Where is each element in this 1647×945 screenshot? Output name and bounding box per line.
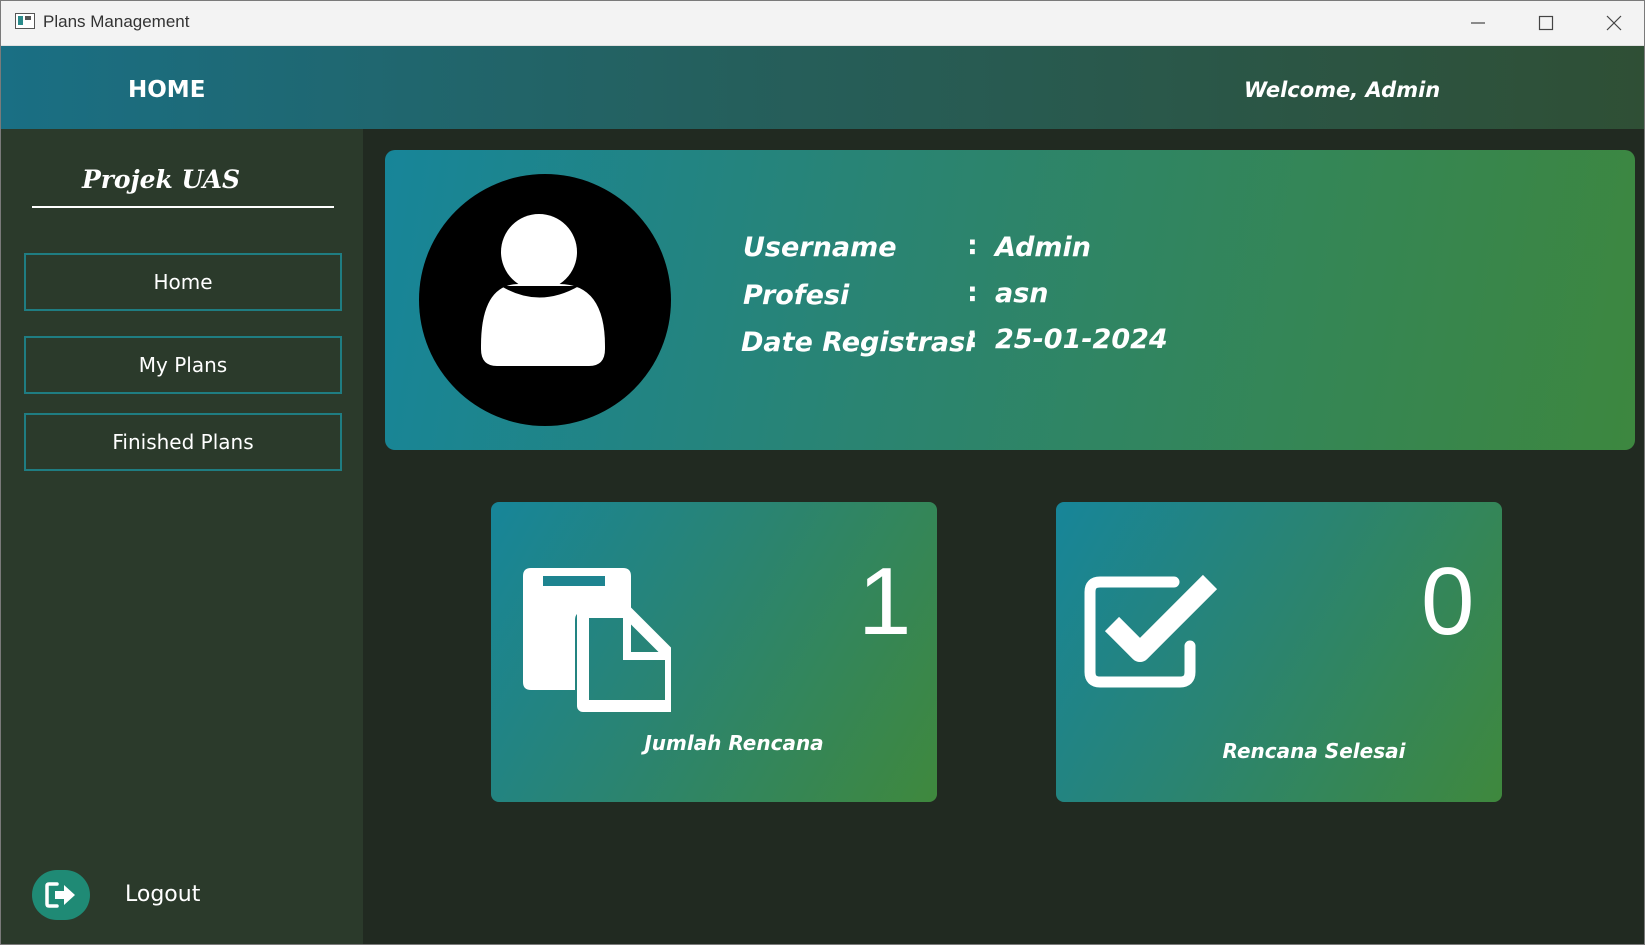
close-button[interactable] [1580,1,1644,45]
date-registrasi-label: Date Registrasi [741,327,975,358]
title-bar[interactable]: Plans Management [1,1,1644,46]
checkbox-icon [1084,574,1218,688]
sidebar-item-label: Home [153,270,213,294]
window-title: Plans Management [43,12,190,31]
profesi-value: asn [995,278,1049,309]
username-value: Admin [995,232,1092,263]
sidebar-item-finished-plans[interactable]: Finished Plans [24,413,342,471]
minimize-button[interactable] [1444,1,1512,45]
sidebar-item-label: My Plans [138,353,228,377]
close-icon [1606,15,1622,31]
maximize-button[interactable] [1512,1,1580,45]
app-window: Plans Management HOME Welcome, Admin Pro… [0,0,1645,945]
main-content: Username : Admin Profesi : asn Date Regi… [363,129,1644,944]
documents-icon [523,568,671,712]
profile-card: Username : Admin Profesi : asn Date Regi… [385,150,1635,450]
profesi-label: Profesi [743,280,850,311]
sidebar: Projek UAS Home My Plans Finished Plans … [1,129,363,944]
sidebar-item-my-plans[interactable]: My Plans [24,336,342,394]
separator: : [967,323,978,354]
logout-label: Logout [125,882,201,907]
header-bar: HOME Welcome, Admin [1,46,1644,129]
sidebar-item-home[interactable]: Home [24,253,342,311]
separator: : [967,230,978,261]
page-title: HOME [128,77,206,103]
stat-card-rencana-selesai: 0 Rencana Selesai [1056,502,1502,802]
welcome-text: Welcome, Admin [1244,78,1441,102]
stat-card-jumlah-rencana: 1 Jumlah Rencana [491,502,937,802]
avatar [419,174,671,426]
stat-value: 1 [858,548,912,655]
brand-underline [32,206,334,208]
user-icon [481,214,605,366]
logout-icon[interactable] [32,870,90,920]
maximize-icon [1538,15,1554,31]
minimize-icon [1471,22,1485,24]
app-icon [15,13,35,29]
stat-value: 0 [1421,548,1475,655]
stat-label: Jumlah Rencana [644,731,824,755]
separator: : [967,277,978,308]
stat-label: Rencana Selesai [1222,739,1406,763]
logout-button[interactable]: Logout [32,870,292,922]
sidebar-brand: Projek UAS [81,165,241,194]
username-label: Username [743,232,897,263]
sidebar-item-label: Finished Plans [112,430,254,454]
date-registrasi-value: 25-01-2024 [995,324,1168,355]
